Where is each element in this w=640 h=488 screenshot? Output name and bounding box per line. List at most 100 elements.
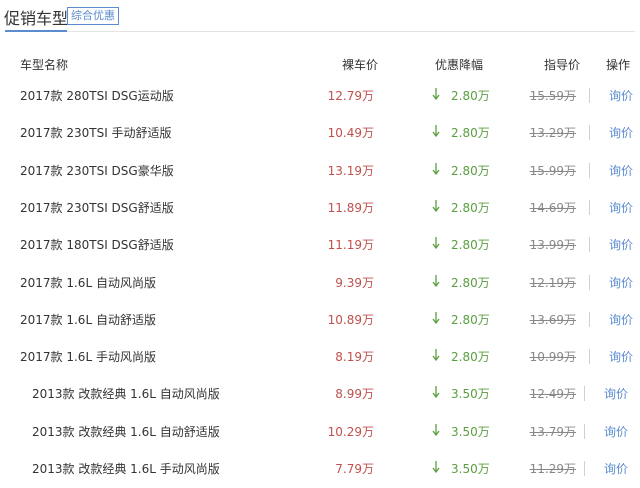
- column-separator: [589, 237, 590, 253]
- inquiry-link[interactable]: 询价: [604, 423, 628, 440]
- bare-car-price: 8.19万: [335, 350, 374, 365]
- bare-car-price: 10.89万: [327, 312, 374, 327]
- inquiry-link[interactable]: 询价: [604, 460, 628, 477]
- inquiry-link[interactable]: 询价: [609, 236, 633, 253]
- model-name: 2017款 180TSI DSG舒适版: [20, 238, 174, 253]
- guide-price: 15.99万: [529, 163, 576, 178]
- column-separator: [589, 311, 590, 327]
- column-header-guide-price: 指导价: [544, 58, 581, 72]
- down-arrow-icon: [432, 199, 443, 215]
- table-row: 2017款 230TSI DSG舒适版 11.89万 2.80万 14.69万 询价: [0, 190, 640, 227]
- table-row: 2017款 1.6L 自动舒适版 10.89万 2.80万 13.69万 询价: [0, 302, 640, 339]
- model-name: 2013款 改款经典 1.6L 手动风尚版: [32, 462, 220, 476]
- down-arrow-icon: [432, 88, 443, 103]
- discount-value: 2.80万: [451, 89, 490, 103]
- table-row: 2017款 1.6L 自动风尚版 9.39万 2.80万 12.19万 询价: [0, 265, 640, 302]
- model-name: 2017款 230TSI DSG豪华版: [20, 163, 174, 178]
- inquiry-link[interactable]: 询价: [609, 87, 633, 104]
- model-name: 2013款 改款经典 1.6L 自动舒适版: [32, 424, 220, 439]
- table-row: 2013款 改款经典 1.6L 自动风尚版 8.99万 3.50万 12.49万 询价: [0, 376, 640, 413]
- inquiry-link[interactable]: 询价: [609, 274, 633, 291]
- column-separator: [584, 423, 585, 439]
- column-header-price: 裸车价: [342, 58, 379, 72]
- discount-value: 2.80万: [451, 200, 490, 215]
- discount-value: 2.80万: [451, 163, 490, 178]
- down-arrow-icon: [432, 274, 443, 290]
- table-row: 2017款 230TSI 手动舒适版 10.49万 2.80万 13.29万 询价: [0, 115, 640, 152]
- down-arrow-icon: [432, 386, 443, 401]
- bare-car-price: 11.89万: [327, 200, 374, 215]
- inquiry-link[interactable]: 询价: [609, 199, 633, 216]
- guide-price: 10.99万: [529, 350, 576, 365]
- guide-price: 12.49万: [529, 387, 576, 402]
- discount-value: 2.80万: [451, 126, 490, 141]
- guide-price: 13.29万: [529, 126, 576, 141]
- model-name: 2017款 230TSI DSG舒适版: [20, 200, 174, 215]
- guide-price: 11.29万: [529, 462, 576, 476]
- discount-amount: 3.50万: [432, 460, 490, 477]
- inquiry-link[interactable]: 询价: [609, 124, 633, 141]
- column-separator: [589, 125, 590, 141]
- discount-amount: 2.80万: [432, 274, 490, 291]
- down-arrow-icon: [432, 125, 443, 140]
- down-arrow-icon: [432, 349, 443, 364]
- discount-value: 2.80万: [451, 312, 490, 327]
- table-row: 2013款 改款经典 1.6L 手动风尚版 7.79万 3.50万 11.29万 询价: [0, 451, 640, 488]
- discount-value: 3.50万: [451, 462, 490, 476]
- table-row: 2013款 改款经典 1.6L 自动舒适版 10.29万 3.50万 13.79万 询价: [0, 414, 640, 451]
- discount-amount: 2.80万: [432, 87, 490, 104]
- discount-type-tag[interactable]: 综合优惠: [67, 7, 119, 25]
- model-name: 2017款 1.6L 自动舒适版: [20, 312, 156, 327]
- discount-value: 3.50万: [451, 387, 490, 402]
- guide-price: 14.69万: [529, 200, 576, 215]
- inquiry-link[interactable]: 询价: [604, 385, 628, 402]
- bare-car-price: 8.99万: [335, 387, 374, 402]
- discount-amount: 3.50万: [432, 423, 490, 440]
- section-title: 促销车型: [4, 9, 69, 28]
- bare-car-price: 12.79万: [327, 89, 374, 103]
- column-separator: [584, 386, 585, 402]
- column-separator: [589, 274, 590, 290]
- model-name: 2017款 280TSI DSG运动版: [20, 89, 174, 103]
- column-separator: [589, 88, 590, 103]
- bare-car-price: 13.19万: [327, 163, 374, 178]
- guide-price: 12.19万: [529, 275, 576, 290]
- discount-amount: 3.50万: [432, 385, 490, 402]
- down-arrow-icon: [432, 461, 443, 476]
- discount-value: 2.80万: [451, 238, 490, 253]
- guide-price: 13.99万: [529, 238, 576, 253]
- down-arrow-icon: [432, 311, 443, 327]
- column-separator: [584, 461, 585, 476]
- column-separator: [589, 199, 590, 215]
- guide-price: 15.59万: [529, 89, 576, 103]
- bare-car-price: 9.39万: [335, 275, 374, 290]
- inquiry-link[interactable]: 询价: [609, 311, 633, 328]
- inquiry-link[interactable]: 询价: [609, 348, 633, 365]
- column-separator: [589, 349, 590, 365]
- bare-car-price: 10.49万: [327, 126, 374, 141]
- discount-amount: 2.80万: [432, 348, 490, 365]
- guide-price: 13.69万: [529, 312, 576, 327]
- model-name: 2017款 230TSI 手动舒适版: [20, 126, 172, 141]
- table-row: 2017款 230TSI DSG豪华版 13.19万 2.80万 15.99万 询价: [0, 153, 640, 190]
- inquiry-link[interactable]: 询价: [609, 162, 633, 179]
- column-header-discount: 优惠降幅: [435, 58, 484, 72]
- discount-amount: 2.80万: [432, 236, 490, 253]
- header-divider: [5, 31, 635, 32]
- discount-value: 3.50万: [451, 424, 490, 439]
- column-separator: [589, 162, 590, 178]
- model-name: 2017款 1.6L 自动风尚版: [20, 275, 156, 290]
- discount-amount: 2.80万: [432, 124, 490, 141]
- model-name: 2017款 1.6L 手动风尚版: [20, 350, 156, 365]
- discount-amount: 2.80万: [432, 162, 490, 179]
- discount-value: 2.80万: [451, 275, 490, 290]
- column-header-operation: 操作: [606, 58, 631, 72]
- table-row: 2017款 280TSI DSG运动版 12.79万 2.80万 15.59万 询价: [0, 78, 640, 115]
- title-underline: [5, 30, 67, 32]
- down-arrow-icon: [432, 162, 443, 178]
- bare-car-price: 10.29万: [327, 424, 374, 439]
- discount-amount: 2.80万: [432, 199, 490, 216]
- model-name: 2013款 改款经典 1.6L 自动风尚版: [32, 387, 220, 402]
- guide-price: 13.79万: [529, 424, 576, 439]
- table-row: 2017款 180TSI DSG舒适版 11.19万 2.80万 13.99万 询价: [0, 227, 640, 264]
